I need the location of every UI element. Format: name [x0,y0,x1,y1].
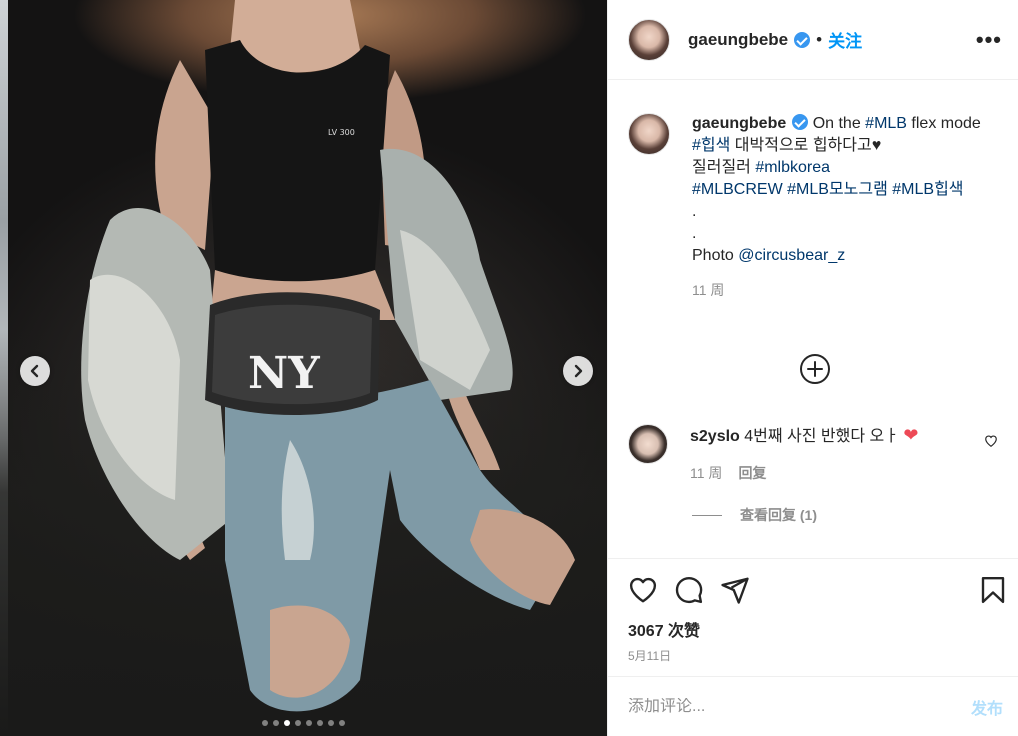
separator-dot: • [816,29,823,49]
action-icons [628,575,1008,610]
share-icon[interactable] [720,575,750,610]
post-header: gaeungbebe • 关注 ••• [608,0,1018,80]
author-username[interactable]: gaeungbebe [688,30,788,50]
comment-text: 4번째 사진 반했다 오ㅏ [739,428,904,445]
caption-photo-label: Photo [692,247,739,264]
verified-badge-icon [794,31,811,48]
comment-timestamp: 11 周 [690,465,723,481]
view-replies-label: 查看回复 (1) [740,507,817,523]
caption-dot-1: . [692,203,697,220]
add-circle-icon[interactable] [800,354,830,384]
carousel-dot [273,720,279,726]
carousel-dot [339,720,345,726]
caption-avatar[interactable] [628,113,670,155]
verified-badge-icon [792,114,809,130]
red-heart-icon: ❤ [903,425,919,445]
post-date: 5月11日 [628,649,672,663]
comment-meta: 11 周 回复 [690,462,919,484]
add-comment-bar: 发布 [608,676,1018,736]
heart-outline-icon[interactable] [628,575,658,610]
comment-body: s2yslo 4번째 사진 반했다 오ㅏ ❤ 11 周 回复 [690,424,919,484]
commenter-username[interactable]: s2yslo [690,428,740,445]
hashtag-hipsaek[interactable]: #힙색 [692,137,730,154]
bookmark-icon[interactable] [978,575,1008,610]
chevron-left-icon [30,364,39,378]
more-icon[interactable]: ••• [976,28,1002,51]
svg-text:NY: NY [248,348,320,399]
carousel-indicator [0,720,607,726]
caption-body: gaeungbebe On the #MLB flex mode #힙색 대박적… [692,113,999,301]
reply-button[interactable]: 回复 [738,462,766,484]
carousel-prev-button[interactable] [20,356,50,386]
hashtag-mlbkorea[interactable]: #mlbkorea [755,159,830,176]
caption-line1-rest: flex mode [906,115,981,132]
hashtag-mlb-hipsaek[interactable]: #MLB힙색 [892,181,963,198]
follow-button[interactable]: 关注 [828,27,862,52]
comments-area[interactable]: gaeungbebe On the #MLB flex mode #힙색 대박적… [608,81,1018,558]
photo-credit-mention[interactable]: @circusbear_z [738,247,845,264]
post-detail-panel: gaeungbebe • 关注 ••• gaeungbebe On the #M… [607,0,1018,736]
caption-timestamp: 11 周 [692,282,725,298]
carousel-dot [295,720,301,726]
action-bar: 3067 次赞 5月11日 [608,558,1018,676]
carousel-next-button[interactable] [563,356,593,386]
view-replies-line [692,514,722,516]
post-photo[interactable]: LV 300 NY [0,0,607,736]
svg-text:LV 300: LV 300 [328,128,355,137]
carousel-dot [328,720,334,726]
caption-line2-rest: 대박적으로 힙하다고 [730,137,872,154]
hashtag-mlb[interactable]: #MLB [865,115,907,132]
comment-like-heart-icon[interactable] [984,434,998,453]
author-avatar[interactable] [628,18,670,61]
comment-item: s2yslo 4번째 사진 반했다 오ㅏ ❤ 11 周 回复 [628,424,1008,484]
caption-lead: On the [812,115,866,132]
caption-dot-2: . [692,225,697,242]
chevron-right-icon [574,364,583,378]
black-heart-icon: ♥ [871,137,882,154]
post-comment-button[interactable]: 发布 [971,695,1003,719]
carousel-dot [262,720,268,726]
caption-line3-text: 질러질러 [692,159,756,176]
photo-illustration: LV 300 NY [81,0,575,712]
comment-icon[interactable] [674,575,704,610]
view-replies-button[interactable]: 查看回复 (1) [692,505,817,525]
carousel-dot [284,720,290,726]
caption-username[interactable]: gaeungbebe [692,115,786,132]
hashtag-mlbcrew[interactable]: #MLBCREW [692,181,783,198]
hashtag-mlb-monogram[interactable]: #MLB모노그램 [787,181,888,198]
caption: gaeungbebe On the #MLB flex mode #힙색 대박적… [608,81,1018,301]
commenter-avatar[interactable] [628,424,668,464]
carousel-dot [317,720,323,726]
comment-input[interactable] [628,697,971,716]
carousel-dot [306,720,312,726]
like-count[interactable]: 3067 次赞 [628,617,700,641]
